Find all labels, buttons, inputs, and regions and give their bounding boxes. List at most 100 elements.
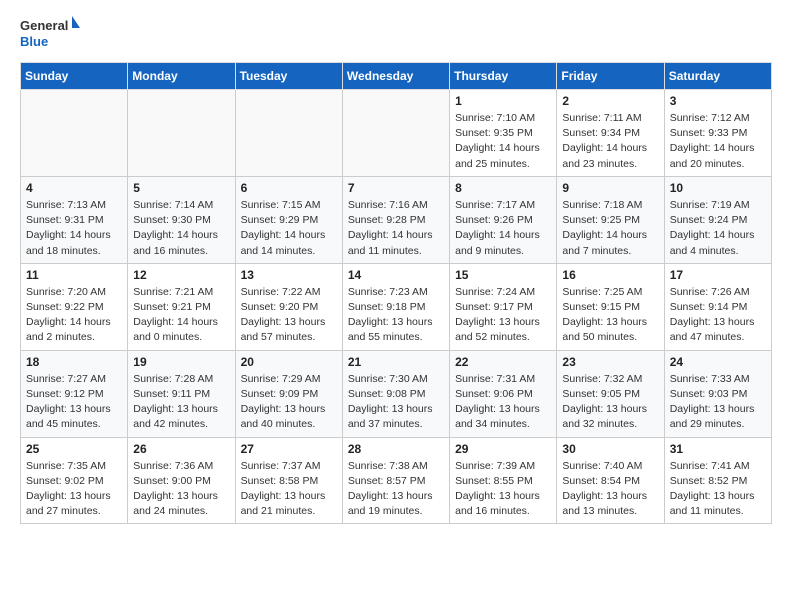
day-info: Sunrise: 7:12 AMSunset: 9:33 PMDaylight:… <box>670 111 766 172</box>
day-number: 1 <box>455 94 551 108</box>
calendar-cell: 9 Sunrise: 7:18 AMSunset: 9:25 PMDaylight… <box>557 176 664 263</box>
calendar-cell: 5 Sunrise: 7:14 AMSunset: 9:30 PMDaylight… <box>128 176 235 263</box>
column-header-sunday: Sunday <box>21 63 128 90</box>
day-info: Sunrise: 7:29 AMSunset: 9:09 PMDaylight:… <box>241 372 337 433</box>
day-number: 21 <box>348 355 444 369</box>
day-number: 23 <box>562 355 658 369</box>
day-number: 18 <box>26 355 122 369</box>
day-info: Sunrise: 7:13 AMSunset: 9:31 PMDaylight:… <box>26 198 122 259</box>
calendar-cell: 3Sunrise: 7:12 AMSunset: 9:33 PMDaylight… <box>664 90 771 177</box>
calendar-cell: 13Sunrise: 7:22 AMSunset: 9:20 PMDayligh… <box>235 263 342 350</box>
column-header-thursday: Thursday <box>450 63 557 90</box>
calendar-cell: 14 Sunrise: 7:23 AMSunset: 9:18 PMDayligh… <box>342 263 449 350</box>
day-info: Sunrise: 7:11 AMSunset: 9:34 PMDaylight:… <box>562 111 658 172</box>
day-info: Sunrise: 7:20 AMSunset: 9:22 PMDaylight:… <box>26 285 122 346</box>
calendar-cell: 17Sunrise: 7:26 AMSunset: 9:14 PMDayligh… <box>664 263 771 350</box>
calendar-cell: 22 Sunrise: 7:31 AMSunset: 9:06 PMDayligh… <box>450 350 557 437</box>
calendar-cell: 18 Sunrise: 7:27 AMSunset: 9:12 PMDayligh… <box>21 350 128 437</box>
week-row-4: 18 Sunrise: 7:27 AMSunset: 9:12 PMDayligh… <box>21 350 772 437</box>
day-number: 9 <box>562 181 658 195</box>
column-header-saturday: Saturday <box>664 63 771 90</box>
week-row-1: 1 Sunrise: 7:10 AMSunset: 9:35 PMDaylight… <box>21 90 772 177</box>
day-number: 28 <box>348 442 444 456</box>
day-number: 4 <box>26 181 122 195</box>
calendar-cell: 23 Sunrise: 7:32 AMSunset: 9:05 PMDayligh… <box>557 350 664 437</box>
calendar-cell: 6Sunrise: 7:15 AMSunset: 9:29 PMDaylight… <box>235 176 342 263</box>
generalblue-logo-icon: General Blue <box>20 16 80 54</box>
calendar-body: 1 Sunrise: 7:10 AMSunset: 9:35 PMDaylight… <box>21 90 772 524</box>
day-info: Sunrise: 7:23 AMSunset: 9:18 PMDaylight:… <box>348 285 444 346</box>
day-info: Sunrise: 7:17 AMSunset: 9:26 PMDaylight:… <box>455 198 551 259</box>
calendar-cell: 16 Sunrise: 7:25 AMSunset: 9:15 PMDayligh… <box>557 263 664 350</box>
calendar-cell: 24 Sunrise: 7:33 AMSunset: 9:03 PMDayligh… <box>664 350 771 437</box>
calendar-cell: 28 Sunrise: 7:38 AMSunset: 8:57 PMDayligh… <box>342 437 449 524</box>
day-number: 15 <box>455 268 551 282</box>
calendar-cell: 12 Sunrise: 7:21 AMSunset: 9:21 PMDayligh… <box>128 263 235 350</box>
day-number: 26 <box>133 442 229 456</box>
day-info: Sunrise: 7:28 AMSunset: 9:11 PMDaylight:… <box>133 372 229 433</box>
day-info: Sunrise: 7:40 AMSunset: 8:54 PMDaylight:… <box>562 459 658 520</box>
day-number: 24 <box>670 355 766 369</box>
column-header-wednesday: Wednesday <box>342 63 449 90</box>
calendar-cell: 11 Sunrise: 7:20 AMSunset: 9:22 PMDayligh… <box>21 263 128 350</box>
day-info: Sunrise: 7:33 AMSunset: 9:03 PMDaylight:… <box>670 372 766 433</box>
day-number: 7 <box>348 181 444 195</box>
day-info: Sunrise: 7:26 AMSunset: 9:14 PMDaylight:… <box>670 285 766 346</box>
day-number: 6 <box>241 181 337 195</box>
day-number: 22 <box>455 355 551 369</box>
day-info: Sunrise: 7:32 AMSunset: 9:05 PMDaylight:… <box>562 372 658 433</box>
day-number: 16 <box>562 268 658 282</box>
calendar-cell: 1 Sunrise: 7:10 AMSunset: 9:35 PMDaylight… <box>450 90 557 177</box>
calendar-cell: 7Sunrise: 7:16 AMSunset: 9:28 PMDaylight… <box>342 176 449 263</box>
svg-text:Blue: Blue <box>20 34 48 49</box>
calendar-cell <box>342 90 449 177</box>
calendar-cell <box>235 90 342 177</box>
calendar-cell: 10Sunrise: 7:19 AMSunset: 9:24 PMDayligh… <box>664 176 771 263</box>
day-info: Sunrise: 7:24 AMSunset: 9:17 PMDaylight:… <box>455 285 551 346</box>
day-number: 5 <box>133 181 229 195</box>
day-number: 8 <box>455 181 551 195</box>
calendar-cell: 19 Sunrise: 7:28 AMSunset: 9:11 PMDayligh… <box>128 350 235 437</box>
day-info: Sunrise: 7:37 AMSunset: 8:58 PMDaylight:… <box>241 459 337 520</box>
day-number: 11 <box>26 268 122 282</box>
week-row-2: 4 Sunrise: 7:13 AMSunset: 9:31 PMDaylight… <box>21 176 772 263</box>
day-number: 13 <box>241 268 337 282</box>
column-header-monday: Monday <box>128 63 235 90</box>
day-number: 30 <box>562 442 658 456</box>
calendar-cell <box>21 90 128 177</box>
calendar-header: SundayMondayTuesdayWednesdayThursdayFrid… <box>21 63 772 90</box>
day-info: Sunrise: 7:19 AMSunset: 9:24 PMDaylight:… <box>670 198 766 259</box>
svg-text:General: General <box>20 18 68 33</box>
calendar-cell: 21Sunrise: 7:30 AMSunset: 9:08 PMDayligh… <box>342 350 449 437</box>
calendar-cell <box>128 90 235 177</box>
day-info: Sunrise: 7:25 AMSunset: 9:15 PMDaylight:… <box>562 285 658 346</box>
day-number: 27 <box>241 442 337 456</box>
day-info: Sunrise: 7:10 AMSunset: 9:35 PMDaylight:… <box>455 111 551 172</box>
day-info: Sunrise: 7:27 AMSunset: 9:12 PMDaylight:… <box>26 372 122 433</box>
day-number: 2 <box>562 94 658 108</box>
day-number: 29 <box>455 442 551 456</box>
day-info: Sunrise: 7:36 AMSunset: 9:00 PMDaylight:… <box>133 459 229 520</box>
day-info: Sunrise: 7:39 AMSunset: 8:55 PMDaylight:… <box>455 459 551 520</box>
calendar-cell: 30 Sunrise: 7:40 AMSunset: 8:54 PMDayligh… <box>557 437 664 524</box>
calendar-cell: 15 Sunrise: 7:24 AMSunset: 9:17 PMDayligh… <box>450 263 557 350</box>
calendar-cell: 25 Sunrise: 7:35 AMSunset: 9:02 PMDayligh… <box>21 437 128 524</box>
day-number: 31 <box>670 442 766 456</box>
day-number: 14 <box>348 268 444 282</box>
day-info: Sunrise: 7:18 AMSunset: 9:25 PMDaylight:… <box>562 198 658 259</box>
logo: General Blue <box>20 16 80 54</box>
day-info: Sunrise: 7:31 AMSunset: 9:06 PMDaylight:… <box>455 372 551 433</box>
day-info: Sunrise: 7:35 AMSunset: 9:02 PMDaylight:… <box>26 459 122 520</box>
calendar-cell: 31Sunrise: 7:41 AMSunset: 8:52 PMDayligh… <box>664 437 771 524</box>
day-info: Sunrise: 7:21 AMSunset: 9:21 PMDaylight:… <box>133 285 229 346</box>
day-number: 19 <box>133 355 229 369</box>
day-info: Sunrise: 7:14 AMSunset: 9:30 PMDaylight:… <box>133 198 229 259</box>
calendar-cell: 4 Sunrise: 7:13 AMSunset: 9:31 PMDaylight… <box>21 176 128 263</box>
day-number: 25 <box>26 442 122 456</box>
calendar-cell: 29 Sunrise: 7:39 AMSunset: 8:55 PMDayligh… <box>450 437 557 524</box>
page-header: General Blue <box>20 16 772 54</box>
column-header-friday: Friday <box>557 63 664 90</box>
day-number: 12 <box>133 268 229 282</box>
day-number: 20 <box>241 355 337 369</box>
day-info: Sunrise: 7:38 AMSunset: 8:57 PMDaylight:… <box>348 459 444 520</box>
